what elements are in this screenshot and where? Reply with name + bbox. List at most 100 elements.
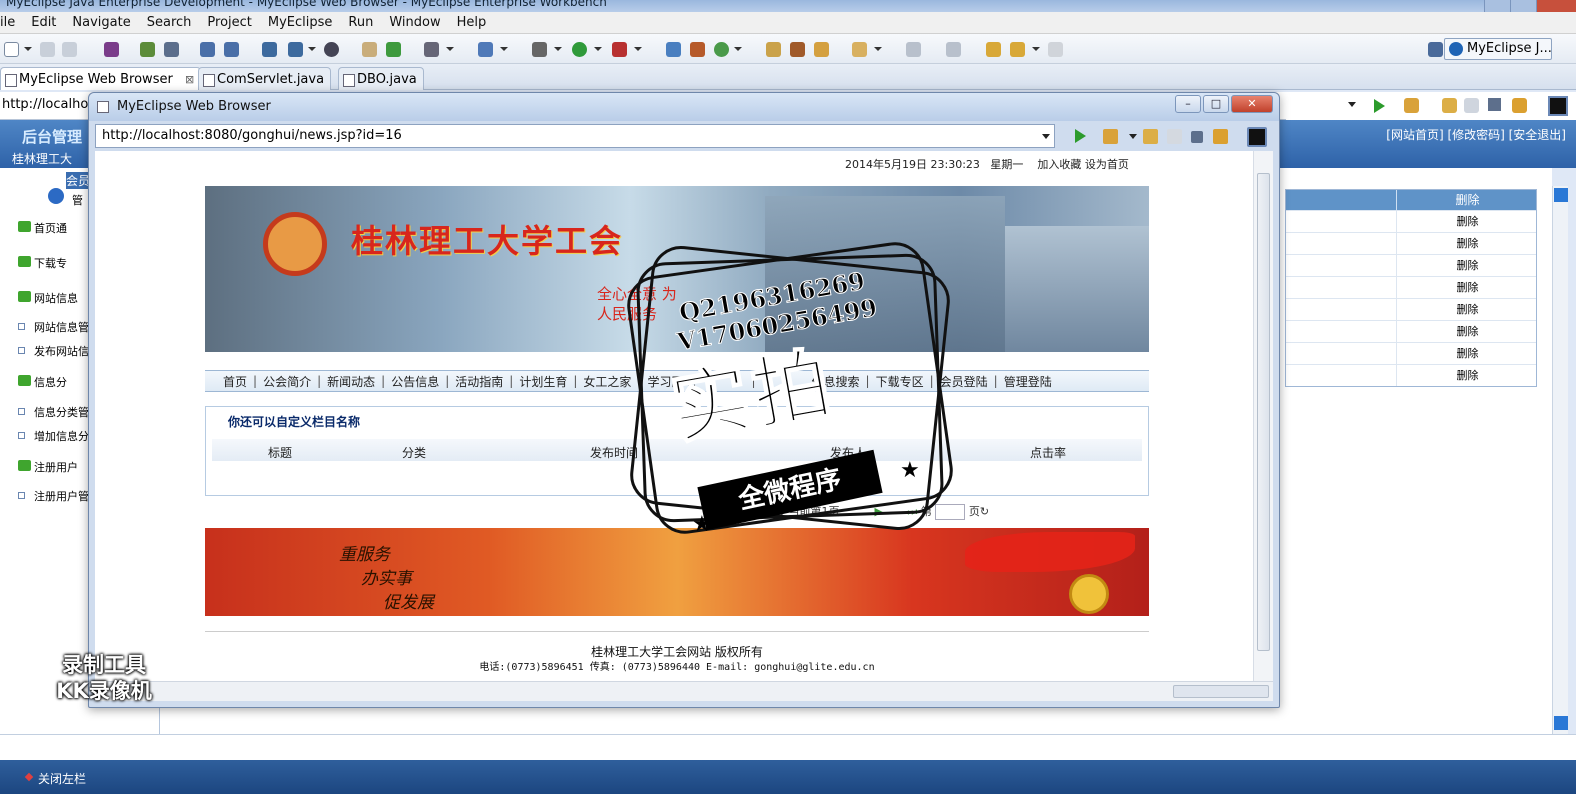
- deploy-icon[interactable]: [200, 42, 215, 57]
- print-icon[interactable]: [62, 42, 77, 57]
- menu-search[interactable]: Search: [139, 15, 200, 30]
- perspective-button[interactable]: MyEclipse J...: [1444, 38, 1552, 60]
- nav-women-workers[interactable]: 女工之家: [583, 373, 631, 390]
- next-page-icon[interactable]: ▶: [874, 505, 882, 518]
- menu-file[interactable]: ile: [0, 15, 23, 30]
- run-icon[interactable]: [572, 42, 587, 57]
- delete-link[interactable]: 删除: [1396, 321, 1538, 342]
- refresh-icon[interactable]: [1213, 129, 1228, 144]
- chevron-down-icon[interactable]: [308, 47, 316, 51]
- minimize-button[interactable]: [1484, 0, 1510, 12]
- delete-link[interactable]: 删除: [1396, 277, 1538, 298]
- scrollbar-thumb[interactable]: [1257, 173, 1270, 651]
- favorites-icon[interactable]: [1103, 129, 1118, 144]
- menu-myeclipse[interactable]: MyEclipse: [260, 15, 341, 30]
- go-page-icon[interactable]: ↻: [980, 505, 989, 518]
- scroll-down-arrow[interactable]: [1554, 716, 1568, 730]
- popup-maximize-button[interactable]: □: [1203, 95, 1229, 113]
- sidebar-item-publish-site-info[interactable]: 发布网站信: [18, 343, 89, 359]
- task-icon[interactable]: [814, 42, 829, 57]
- browser-icon[interactable]: [224, 42, 239, 57]
- external-tools-icon[interactable]: [612, 42, 627, 57]
- nav-activities[interactable]: 活动指南: [455, 373, 503, 390]
- sidebar-group-info-category[interactable]: 信息分: [18, 374, 67, 390]
- sidebar-item-add-category[interactable]: 增加信息分: [18, 428, 89, 444]
- close-left-panel-link[interactable]: 关闭左栏: [38, 770, 86, 787]
- chevron-down-icon[interactable]: [24, 47, 32, 51]
- chevron-down-icon[interactable]: [874, 47, 882, 51]
- tab-web-browser[interactable]: MyEclipse Web Browser ⊠: [0, 67, 202, 90]
- nav-admin-login[interactable]: 管理登陆: [1004, 373, 1052, 390]
- chevron-down-icon[interactable]: [500, 47, 508, 51]
- nav-home[interactable]: 首页: [223, 373, 247, 390]
- menu-navigate[interactable]: Navigate: [64, 15, 138, 30]
- gear-icon[interactable]: [532, 42, 547, 57]
- favorites-icon[interactable]: [1404, 98, 1419, 113]
- tab-comservlet[interactable]: ComServlet.java: [198, 67, 332, 90]
- sidebar-group-download[interactable]: 下载专: [18, 255, 67, 271]
- admin-scrollbar[interactable]: [1552, 186, 1568, 734]
- scroll-up-arrow[interactable]: [1554, 188, 1568, 202]
- nav-study[interactable]: 学习园地: [647, 373, 695, 390]
- console-icon[interactable]: [1548, 96, 1568, 116]
- chevron-down-icon[interactable]: [1348, 102, 1356, 107]
- new-interface-icon[interactable]: [714, 42, 729, 57]
- forward-icon[interactable]: [1167, 129, 1182, 144]
- globe-icon[interactable]: [324, 42, 339, 57]
- forward-icon[interactable]: [1464, 98, 1479, 113]
- last-edit-icon[interactable]: [986, 42, 1001, 57]
- admin-top-links[interactable]: [网站首页] [修改密码] [安全退出]: [1386, 126, 1566, 143]
- new-package-icon[interactable]: [690, 42, 705, 57]
- close-button[interactable]: [1536, 0, 1576, 12]
- delete-link[interactable]: 删除: [1396, 343, 1538, 364]
- new-project-icon[interactable]: [478, 42, 493, 57]
- popup-vertical-scrollbar[interactable]: [1253, 151, 1273, 681]
- debug-icon[interactable]: [140, 42, 155, 57]
- prev-annotation-icon[interactable]: [946, 42, 961, 57]
- delete-link[interactable]: 删除: [1396, 211, 1538, 232]
- package-icon[interactable]: [104, 42, 119, 57]
- set-homepage-link[interactable]: 设为首页: [1085, 158, 1129, 171]
- maximize-button[interactable]: [1510, 0, 1536, 12]
- back-icon[interactable]: [1143, 129, 1158, 144]
- server-icon[interactable]: [164, 42, 179, 57]
- sidebar-group-home[interactable]: 首页通: [18, 220, 67, 236]
- page-number-input[interactable]: [935, 504, 966, 520]
- popup-address-bar[interactable]: http://localhost:8080/gonghui/news.jsp?i…: [95, 124, 1055, 148]
- chevron-down-icon[interactable]: [594, 47, 602, 51]
- tab-dbo[interactable]: DBO.java: [338, 67, 424, 90]
- stop-icon[interactable]: [1191, 131, 1203, 143]
- nav-notices[interactable]: 公告信息: [391, 373, 439, 390]
- folder-icon[interactable]: [852, 42, 867, 57]
- next-annotation-icon[interactable]: [906, 42, 921, 57]
- nav-search[interactable]: 信息搜索: [812, 373, 860, 390]
- popup-minimize-button[interactable]: –: [1175, 95, 1201, 113]
- back-icon[interactable]: [1442, 98, 1457, 113]
- menu-run[interactable]: Run: [340, 15, 381, 30]
- close-icon[interactable]: ⊠: [185, 73, 194, 86]
- add-icon[interactable]: [386, 42, 401, 57]
- webservice-icon[interactable]: [288, 42, 303, 57]
- forward-icon[interactable]: [1048, 42, 1063, 57]
- sidebar-group-site-info[interactable]: 网站信息: [18, 290, 78, 306]
- sidebar-item-site-info-manage[interactable]: 网站信息管: [18, 319, 89, 335]
- screenshot-icon[interactable]: [424, 42, 439, 57]
- nav-member-login[interactable]: 会员登陆: [940, 373, 988, 390]
- menu-project[interactable]: Project: [199, 15, 259, 30]
- refresh-icon[interactable]: [1512, 98, 1527, 113]
- chevron-down-icon[interactable]: [554, 47, 562, 51]
- open-folder-icon[interactable]: [766, 42, 781, 57]
- sidebar-group-registered-users[interactable]: 注册用户: [18, 459, 78, 475]
- services-icon[interactable]: [262, 42, 277, 57]
- nav-about[interactable]: 公会简介: [263, 373, 311, 390]
- sidebar-item-users-manage[interactable]: 注册用户管: [18, 488, 89, 504]
- console-icon[interactable]: [1247, 127, 1267, 147]
- save-icon[interactable]: [40, 42, 55, 57]
- nav-family-planning[interactable]: 计划生育: [519, 373, 567, 390]
- nav-news[interactable]: 新闻动态: [327, 373, 375, 390]
- chevron-down-icon[interactable]: [1129, 134, 1137, 139]
- chevron-down-icon[interactable]: [634, 47, 642, 51]
- open-type-icon[interactable]: [362, 42, 377, 57]
- go-icon[interactable]: [1075, 129, 1086, 143]
- delete-link[interactable]: 删除: [1396, 255, 1538, 276]
